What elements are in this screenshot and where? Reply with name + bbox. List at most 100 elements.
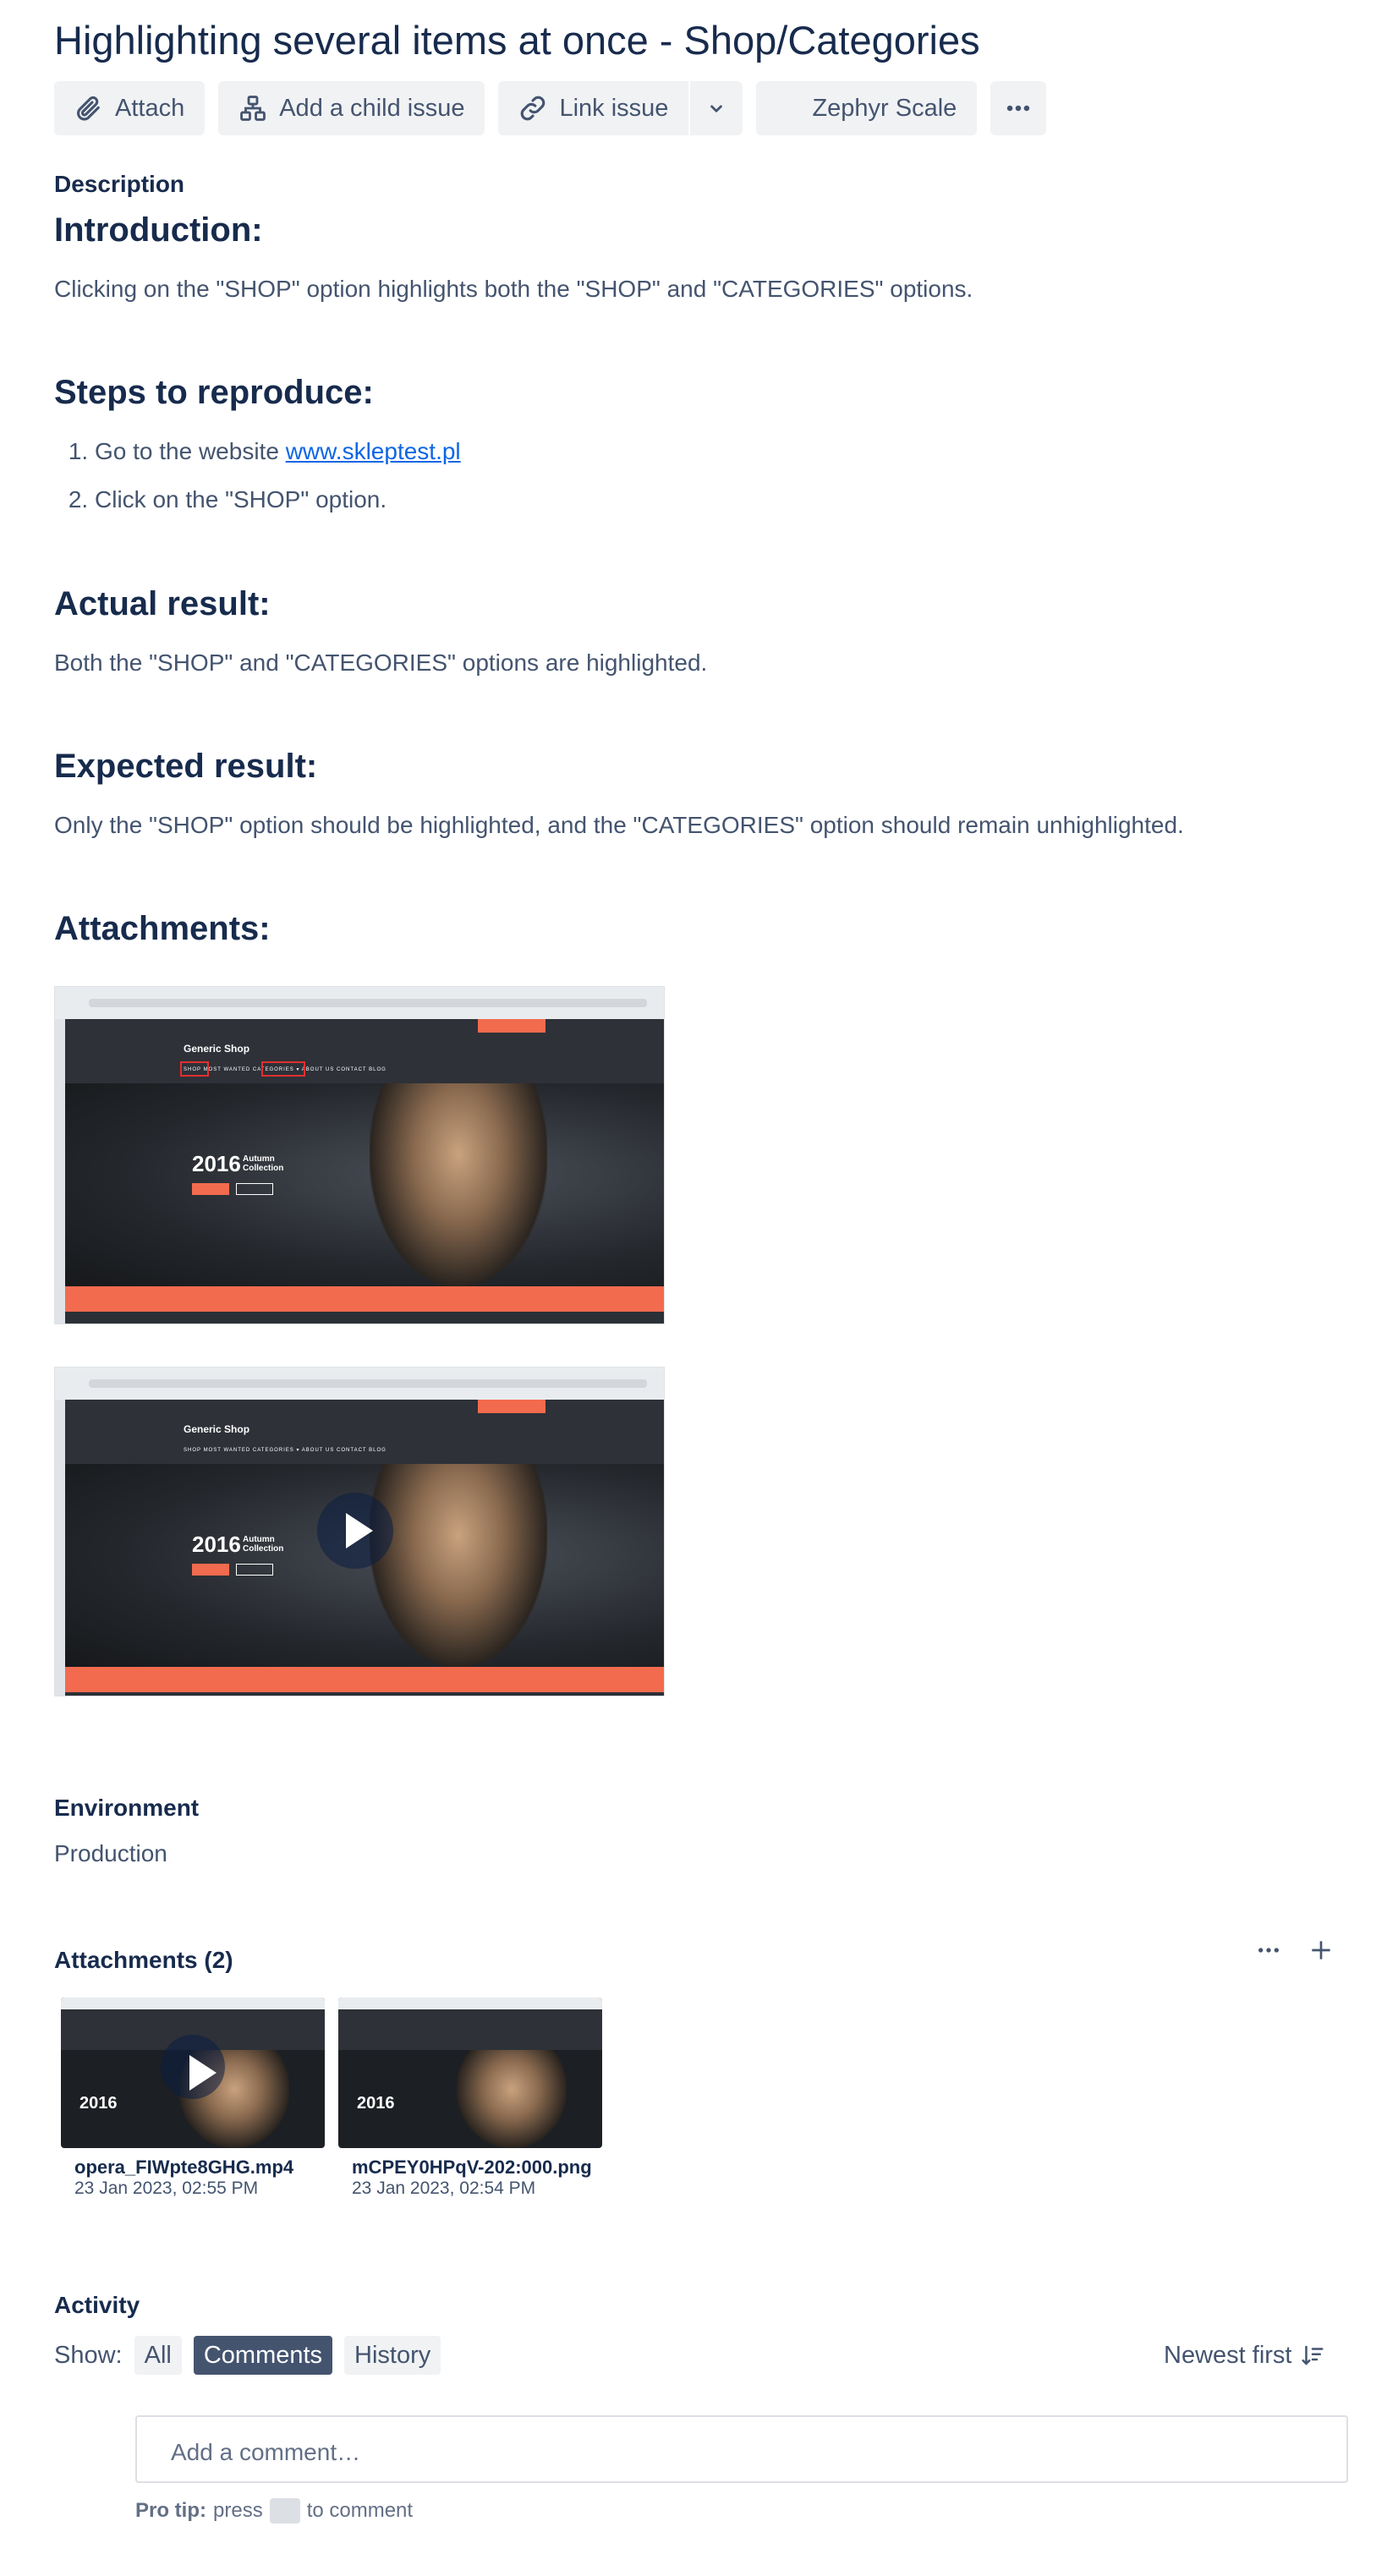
embedded-screenshot[interactable]: Generic Shop SHOP MOST WANTED CATEGORIES… xyxy=(54,986,665,1324)
filter-history[interactable]: History xyxy=(344,2336,441,2375)
steps-list: Go to the website www.skleptest.pl Click… xyxy=(54,435,461,531)
shop-highlight-box xyxy=(180,1061,209,1077)
step-item: Go to the website www.skleptest.pl xyxy=(95,435,461,483)
link-issue-dropdown[interactable] xyxy=(690,81,743,135)
attachment-date: 23 Jan 2023, 02:54 PM xyxy=(352,2179,536,2198)
expected-result-text: Only the "SHOP" option should be highlig… xyxy=(54,812,1184,838)
shop-footer-bar xyxy=(65,1667,664,1692)
step-text: Click on the "SHOP" option. xyxy=(95,486,387,512)
shop-logo: Generic Shop xyxy=(184,1043,250,1055)
attachment-thumbnail: 2016 xyxy=(61,1998,325,2148)
shop-hero: 2016 Autumn Collection xyxy=(65,1083,664,1286)
hero-learn-more-button xyxy=(236,1564,273,1576)
attachment-filename: mCPEY0HPqV-202:000.png xyxy=(352,2157,592,2178)
pro-tip-label: Pro tip: xyxy=(135,2499,206,2522)
attachment-filename: opera_FIWpte8GHG.mp4 xyxy=(74,2157,294,2178)
shop-cart-button xyxy=(478,1019,545,1033)
hero-shop-now-button xyxy=(192,1183,229,1195)
attachment-thumbnail: 2016 xyxy=(338,1998,602,2148)
issue-title[interactable]: Highlighting several items at once - Sho… xyxy=(54,17,980,63)
browser-sidebar xyxy=(55,1400,65,1696)
shop-menu: SHOP MOST WANTED CATEGORIES ▾ ABOUT US C… xyxy=(184,1448,386,1453)
browser-sidebar xyxy=(55,1019,65,1324)
shop-header: Generic Shop SHOP MOST WANTED CATEGORIES… xyxy=(65,1019,664,1083)
attach-button[interactable]: Attach xyxy=(54,81,206,135)
categories-highlight-box xyxy=(261,1061,305,1077)
comment-input[interactable] xyxy=(171,2439,1017,2466)
hero-model-image xyxy=(457,2050,567,2148)
attach-label: Attach xyxy=(115,94,185,122)
address-bar xyxy=(89,999,647,1007)
browser-chrome xyxy=(55,1367,664,1400)
comment-box[interactable] xyxy=(135,2415,1348,2483)
introduction-text: Clicking on the "SHOP" option highlights… xyxy=(54,276,973,302)
link-icon xyxy=(521,96,545,121)
browser-chrome xyxy=(61,1998,325,2009)
browser-chrome xyxy=(338,1998,602,2009)
embedded-video[interactable]: Generic Shop SHOP MOST WANTED CATEGORIES… xyxy=(54,1367,665,1696)
show-label: Show: xyxy=(54,2341,123,2369)
step-text: Go to the website xyxy=(95,438,286,464)
chevron-down-icon xyxy=(710,105,723,112)
attachment-date: 23 Jan 2023, 02:55 PM xyxy=(74,2179,259,2198)
hero-learn-more-button xyxy=(236,1183,273,1195)
hero-model-image xyxy=(370,1083,547,1286)
zephyr-scale-label: Zephyr Scale xyxy=(812,94,957,122)
add-child-issue-button[interactable]: Add a child issue xyxy=(218,81,485,135)
activity-filter-bar: Show: All Comments History xyxy=(54,2336,441,2375)
pro-tip-rest: to comment xyxy=(306,2499,414,2522)
environment-label: Environment xyxy=(54,1795,200,1821)
attachment-card[interactable]: 2016 mCPEY0HPqV-202:000.png 23 Jan 2023,… xyxy=(332,1998,602,2201)
link-issue-button[interactable]: Link issue xyxy=(498,81,689,135)
environment-value: Production xyxy=(54,1840,167,1866)
zephyr-scale-button[interactable]: Zephyr Scale xyxy=(756,81,978,135)
sort-icon xyxy=(1302,2345,1324,2365)
hero-collection: Autumn Collection xyxy=(243,1535,284,1554)
expected-result-heading: Expected result: xyxy=(54,748,318,785)
filter-all[interactable]: All xyxy=(134,2336,182,2375)
hierarchy-icon xyxy=(240,96,266,121)
hero-model-image xyxy=(370,1464,547,1667)
description-label: Description xyxy=(54,171,185,197)
more-icon[interactable] xyxy=(1255,1937,1282,1971)
play-icon[interactable] xyxy=(161,2035,225,2099)
filter-comments[interactable]: Comments xyxy=(193,2336,333,2375)
keyboard-key xyxy=(269,2498,300,2524)
shop-cart-button xyxy=(478,1400,545,1413)
attachment-card[interactable]: 2016 opera_FIWpte8GHG.mp4 23 Jan 2023, 0… xyxy=(54,1998,325,2201)
hero-year: 2016 xyxy=(79,2094,118,2113)
add-child-issue-label: Add a child issue xyxy=(279,94,465,122)
browser-chrome xyxy=(55,987,664,1019)
issue-toolbar: Attach Add a child issue Link issue Zeph… xyxy=(54,81,1047,135)
steps-heading: Steps to reproduce: xyxy=(54,374,374,411)
pro-tip: Pro tip: press to comment xyxy=(135,2498,413,2524)
sort-order-label: Newest first xyxy=(1164,2341,1292,2369)
attachments-section-heading: Attachments (2) xyxy=(54,1947,233,1973)
introduction-heading: Introduction: xyxy=(54,211,263,249)
actual-result-text: Both the "SHOP" and "CATEGORIES" options… xyxy=(54,649,708,676)
shop-header: Generic Shop SHOP MOST WANTED CATEGORIES… xyxy=(65,1400,664,1464)
hero-year: 2016 xyxy=(357,2094,395,2113)
more-icon xyxy=(1007,105,1030,112)
add-icon[interactable] xyxy=(1308,1937,1335,1971)
more-actions-button[interactable] xyxy=(990,81,1047,135)
actual-result-heading: Actual result: xyxy=(54,585,271,622)
activity-heading: Activity xyxy=(54,2292,140,2318)
hero-year: 2016 xyxy=(192,1151,241,1176)
shop-logo: Generic Shop xyxy=(184,1423,250,1435)
link-issue-label: Link issue xyxy=(559,94,669,122)
step-item: Click on the "SHOP" option. xyxy=(95,483,461,531)
shop-footer-bar xyxy=(65,1286,664,1312)
address-bar xyxy=(89,1379,647,1388)
link-issue-split-button: Link issue xyxy=(498,81,743,135)
hero-year: 2016 xyxy=(192,1532,241,1557)
attachments-actions xyxy=(1255,1937,1335,1971)
play-icon[interactable] xyxy=(317,1493,393,1569)
paperclip-icon xyxy=(77,96,100,121)
website-link[interactable]: www.skleptest.pl xyxy=(286,438,461,464)
hero-shop-now-button xyxy=(192,1564,229,1576)
pro-tip-press: press xyxy=(213,2499,263,2522)
attachments-heading: Attachments: xyxy=(54,910,271,947)
shop-header xyxy=(338,2009,602,2050)
sort-order-button[interactable]: Newest first xyxy=(1164,2336,1325,2375)
